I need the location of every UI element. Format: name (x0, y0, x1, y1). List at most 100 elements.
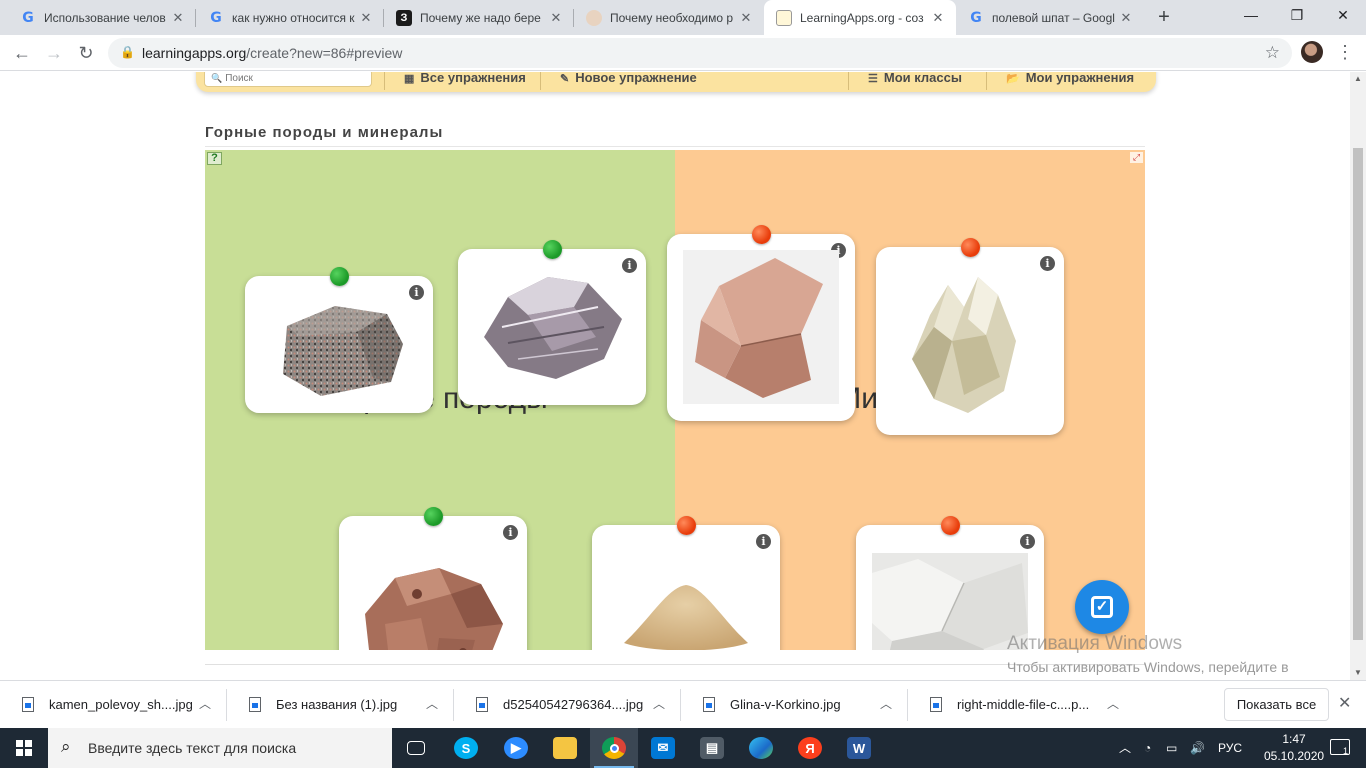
battery-icon[interactable]: ▭ (1166, 728, 1177, 768)
search-placeholder: Поиск (225, 73, 253, 84)
help-icon[interactable]: ? (207, 152, 222, 165)
start-button[interactable] (0, 728, 48, 768)
browser-menu-icon[interactable]: ⋮ (1335, 41, 1355, 65)
browser-tab-1[interactable]: G Использование челов ✕ (8, 0, 196, 35)
chevron-up-icon[interactable]: ︿ (426, 695, 438, 712)
browser-toolbar: ← → ↻ 🔒 learningapps.org/create?new=86#p… (0, 35, 1366, 71)
skype-app[interactable]: S (442, 728, 490, 768)
nav-my-exercises[interactable]: 📂 Мои упражнения (1006, 72, 1134, 87)
page-viewport: 🔍 Поиск ▦ Все упражнения ✎ Новое упражнение… (0, 72, 1350, 680)
task-view-button[interactable] (392, 728, 440, 768)
profile-avatar[interactable] (1301, 41, 1323, 63)
tray-chevron-icon[interactable]: ︿ (1119, 728, 1131, 768)
windows-logo-icon (16, 740, 32, 756)
nav-all-exercises[interactable]: ▦ Все упражнения (404, 72, 526, 87)
download-filename: d52540542796364....jpg (503, 697, 644, 712)
yandex-app[interactable]: Я (786, 728, 834, 768)
scroll-thumb[interactable] (1353, 148, 1363, 640)
site-search-input[interactable]: 🔍 Поиск (204, 72, 372, 87)
tab-strip: G Использование челов ✕ G как нужно отно… (0, 0, 1366, 35)
browser-tab-3[interactable]: З Почему же надо бере ✕ (384, 0, 574, 35)
show-all-downloads-button[interactable]: Показать все (1224, 688, 1329, 721)
edge-app[interactable] (737, 728, 785, 768)
close-downloads-icon[interactable]: ✕ (1338, 693, 1351, 713)
browser-tab-2[interactable]: G как нужно относится к ✕ (196, 0, 384, 35)
learningapps-icon (776, 9, 792, 26)
browser-tab-4[interactable]: Почему необходимо р ✕ (574, 0, 764, 35)
address-bar[interactable]: 🔒 learningapps.org/create?new=86#preview… (108, 38, 1292, 68)
tab-close-icon[interactable]: ✕ (548, 10, 564, 26)
fullscreen-icon[interactable]: ⤢ (1130, 152, 1143, 163)
language-indicator[interactable]: РУС (1218, 728, 1242, 768)
reload-icon[interactable]: ↻ (72, 39, 100, 67)
image-file-icon (22, 697, 34, 712)
nav-label: Мои упражнения (1025, 72, 1135, 85)
chevron-up-icon[interactable]: ︿ (880, 695, 892, 712)
restore-button[interactable]: ❐ (1274, 0, 1320, 32)
mail-icon: ✉ (651, 737, 675, 759)
card-feldspar[interactable]: i (667, 225, 855, 421)
download-filename: Без названия (1).jpg (276, 697, 398, 712)
task-view-icon (407, 741, 425, 755)
info-icon[interactable]: i (503, 525, 518, 540)
tab-close-icon[interactable]: ✕ (1118, 10, 1134, 26)
info-icon[interactable]: i (1040, 256, 1055, 271)
card-mica[interactable]: i (458, 240, 646, 405)
status-pin-incorrect (941, 516, 960, 535)
status-pin-correct (424, 507, 443, 526)
store-app[interactable]: ▤ (688, 728, 736, 768)
scroll-up-icon[interactable]: ▲ (1350, 72, 1366, 86)
chevron-up-icon[interactable]: ︿ (1107, 695, 1119, 712)
tab-close-icon[interactable]: ✕ (930, 10, 946, 26)
download-item[interactable]: right-middle-file-c....p... ︿ (908, 681, 1135, 729)
chevron-up-icon[interactable]: ︿ (653, 695, 665, 712)
windows-activation-title: Активация Windows (1007, 633, 1183, 654)
download-item[interactable]: Glina-v-Korkino.jpg ︿ (681, 681, 908, 729)
card-clay[interactable]: i (339, 507, 527, 650)
info-icon[interactable]: i (409, 285, 424, 300)
forward-icon[interactable]: → (40, 39, 68, 67)
close-window-button[interactable]: ✕ (1320, 0, 1366, 32)
tab-close-icon[interactable]: ✕ (170, 10, 186, 26)
nav-label: Все упражнения (420, 72, 526, 85)
notifications-icon[interactable]: 1 (1330, 739, 1350, 756)
network-icon[interactable]: ◔ (1144, 728, 1151, 768)
chevron-up-icon[interactable]: ︿ (199, 695, 211, 712)
card-chalk[interactable]: i (856, 516, 1044, 650)
download-item[interactable]: Без названия (1).jpg ︿ (227, 681, 454, 729)
word-app[interactable]: W (835, 728, 883, 768)
tab-close-icon[interactable]: ✕ (738, 10, 754, 26)
new-tab-button[interactable]: + (1150, 4, 1178, 30)
browser-tab-5[interactable]: LearningApps.org - соз ✕ (764, 0, 956, 35)
card-sand[interactable]: i (592, 516, 780, 650)
url-host: learningapps.org (142, 45, 247, 61)
browser-tab-6[interactable]: G полевой шпат – Googl ✕ (956, 0, 1144, 35)
info-icon[interactable]: i (756, 534, 771, 549)
scroll-down-icon[interactable]: ▼ (1350, 666, 1366, 680)
mail-app[interactable]: ✉ (639, 728, 687, 768)
zoom-app[interactable]: ▶ (492, 728, 540, 768)
tab-close-icon[interactable]: ✕ (358, 10, 374, 26)
download-item[interactable]: kamen_polevoy_sh....jpg ︿ (0, 681, 227, 729)
card-quartz[interactable]: i (876, 238, 1064, 435)
nav-my-classes[interactable]: ☰ Мои классы (868, 72, 962, 87)
download-item[interactable]: d52540542796364....jpg ︿ (454, 681, 681, 729)
page-scrollbar[interactable]: ▲ ▼ (1350, 72, 1366, 680)
url-text: learningapps.org/create?new=86#preview (142, 45, 402, 61)
file-explorer-app[interactable] (541, 728, 589, 768)
back-icon[interactable]: ← (8, 39, 36, 67)
status-pin-correct (330, 267, 349, 286)
nav-new-exercise[interactable]: ✎ Новое упражнение (560, 72, 697, 87)
chrome-app[interactable] (590, 728, 638, 768)
info-icon[interactable]: i (1020, 534, 1035, 549)
card-granite[interactable]: i (245, 267, 433, 413)
tab-title: как нужно относится к (232, 10, 355, 25)
system-clock[interactable]: 1:47 05.10.2020 (1264, 731, 1324, 765)
bookmark-star-icon[interactable]: ☆ (1265, 43, 1280, 63)
chalk-image (872, 553, 1028, 650)
taskbar-search-input[interactable]: ⌕ Введите здесь текст для поиска (48, 728, 392, 768)
check-answers-button[interactable]: ✓ (1075, 580, 1129, 634)
url-path: /create?new=86#preview (246, 45, 403, 61)
minimize-button[interactable]: — (1228, 0, 1274, 32)
volume-icon[interactable]: 🔊 (1190, 728, 1205, 768)
